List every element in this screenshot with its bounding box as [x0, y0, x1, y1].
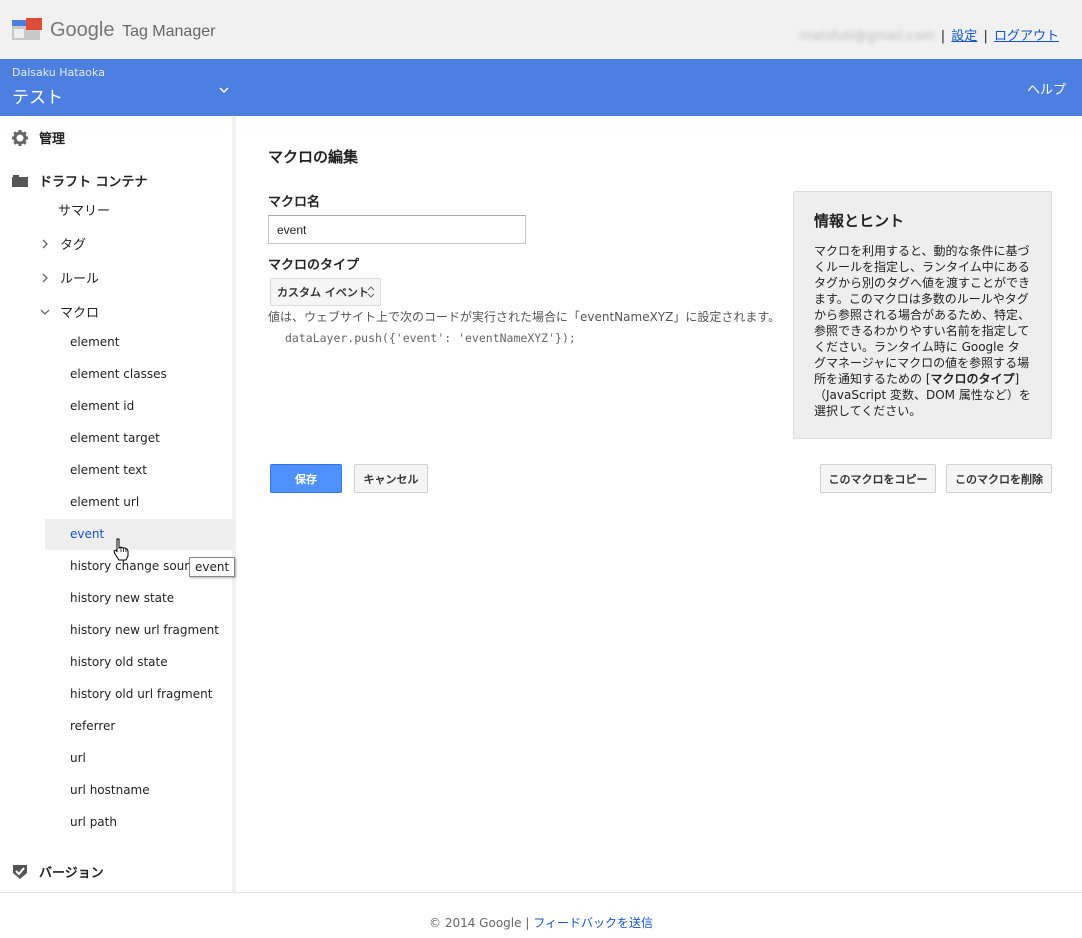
hints-title: 情報とヒント [814, 212, 905, 230]
macro-type-description: 値は、ウェブサイト上で次のコードが実行された場合に「eventNameXYZ」に… [268, 310, 781, 324]
logo-product: Tag Manager [122, 23, 216, 40]
sidebar-item-label: タグ [60, 238, 87, 253]
hints-bold-text: マクロのタイプ [930, 372, 1015, 386]
settings-link[interactable]: 設定 [951, 29, 977, 44]
hints-text: マクロを利用すると、動的な条件に基づくルールを指定し、ランタイム中にあるタグから… [814, 244, 1031, 386]
macro-name-label: マクロ名 [268, 195, 321, 210]
sidebar-item-label: 管理 [39, 132, 66, 147]
sidebar-item-label: サマリー [58, 204, 111, 219]
sidebar-macro-item[interactable]: history new state [45, 583, 233, 614]
sidebar-item-admin[interactable]: 管理 [12, 128, 65, 147]
page-title: マクロの編集 [268, 148, 359, 166]
macro-type-label: マクロのタイプ [268, 258, 360, 273]
copyright: © 2014 Google [429, 916, 522, 930]
save-button[interactable]: 保存 [270, 464, 342, 493]
sidebar-item-label: バージョン [39, 866, 104, 881]
sidebar-item-draft-container[interactable]: ドラフト コンテナ [12, 171, 148, 190]
folder-icon [12, 174, 28, 187]
sidebar-item-macros[interactable]: マクロ [40, 302, 99, 321]
separator: | [525, 916, 530, 930]
tag-manager-logo-icon [12, 18, 42, 40]
cancel-button[interactable]: キャンセル [354, 464, 428, 493]
chevron-down-icon [40, 309, 50, 315]
hints-body: マクロを利用すると、動的な条件に基づくルールを指定し、ランタイム中にあるタグから… [814, 243, 1031, 419]
hand-cursor-icon [113, 538, 129, 561]
hints-panel: 情報とヒント マクロを利用すると、動的な条件に基づくルールを指定し、ランタイム中… [793, 191, 1052, 439]
sidebar-macro-item[interactable]: element url [45, 487, 233, 518]
sidebar-macro-item[interactable]: url [45, 743, 233, 774]
select-arrows-icon [367, 286, 375, 298]
chevron-right-icon [42, 239, 48, 248]
sidebar-item-versions[interactable]: バージョン [12, 862, 104, 881]
container-selector[interactable]: テスト [12, 83, 63, 108]
macro-type-select[interactable]: カスタム イベント [270, 278, 381, 306]
sidebar-macro-item[interactable]: element [45, 327, 233, 358]
feedback-link[interactable]: フィードバックを送信 [533, 916, 653, 930]
product-logo[interactable]: Google Tag Manager [50, 19, 215, 42]
help-link[interactable]: ヘルプ [1027, 79, 1066, 98]
sidebar-item-label: ドラフト コンテナ [39, 175, 148, 190]
copy-macro-button[interactable]: このマクロをコピー [820, 464, 936, 493]
sidebar-macro-item[interactable]: history old url fragment [45, 679, 233, 710]
sidebar-macro-item[interactable]: element text [45, 455, 233, 486]
footer: © 2014 Google | フィードバックを送信 [0, 914, 1082, 931]
container-bar: Daisaku Hataoka テスト ヘルプ [0, 59, 1082, 116]
code-sample: dataLayer.push({'event': 'eventNameXYZ'}… [285, 331, 576, 345]
sidebar-macro-item[interactable]: referrer [45, 711, 233, 742]
chevron-down-icon[interactable] [217, 83, 231, 97]
logo-google: Google [50, 19, 115, 41]
account-name: Daisaku Hataoka [12, 66, 105, 79]
separator: | [940, 29, 946, 44]
sidebar-item-label: マクロ [60, 306, 100, 321]
logout-link[interactable]: ログアウト [994, 29, 1059, 44]
macro-name-input[interactable] [268, 215, 526, 244]
separator: | [983, 29, 988, 44]
gear-icon [12, 129, 28, 146]
footer-divider [0, 892, 1082, 893]
sidebar-item-label: ルール [60, 272, 100, 287]
chevron-right-icon [42, 273, 48, 282]
macro-type-value: カスタム イベント [277, 286, 369, 299]
sidebar-macro-item[interactable]: history old state [45, 647, 233, 678]
top-header: Google Tag Manager matsfuti@gmail.com | … [0, 0, 1082, 59]
tooltip: event [189, 557, 236, 577]
account-email: matsfuti@gmail.com [799, 29, 935, 44]
sidebar-macro-item[interactable]: event [45, 519, 233, 550]
delete-macro-button[interactable]: このマクロを削除 [946, 464, 1052, 493]
shield-check-icon [13, 864, 27, 879]
account-links: matsfuti@gmail.com | 設定 | ログアウト [800, 25, 1059, 44]
sidebar-item-rules[interactable]: ルール [40, 268, 99, 287]
sidebar-macro-item[interactable]: element id [45, 391, 233, 422]
sidebar-item-summary[interactable]: サマリー [58, 200, 110, 219]
sidebar-item-tags[interactable]: タグ [40, 234, 86, 253]
sidebar-macro-item[interactable]: element target [45, 423, 233, 454]
sidebar-macro-item[interactable]: url path [45, 807, 233, 838]
sidebar-macro-item[interactable]: element classes [45, 359, 233, 390]
sidebar-macro-item[interactable]: url hostname [45, 775, 233, 806]
sidebar-macro-item[interactable]: history new url fragment [45, 615, 233, 646]
